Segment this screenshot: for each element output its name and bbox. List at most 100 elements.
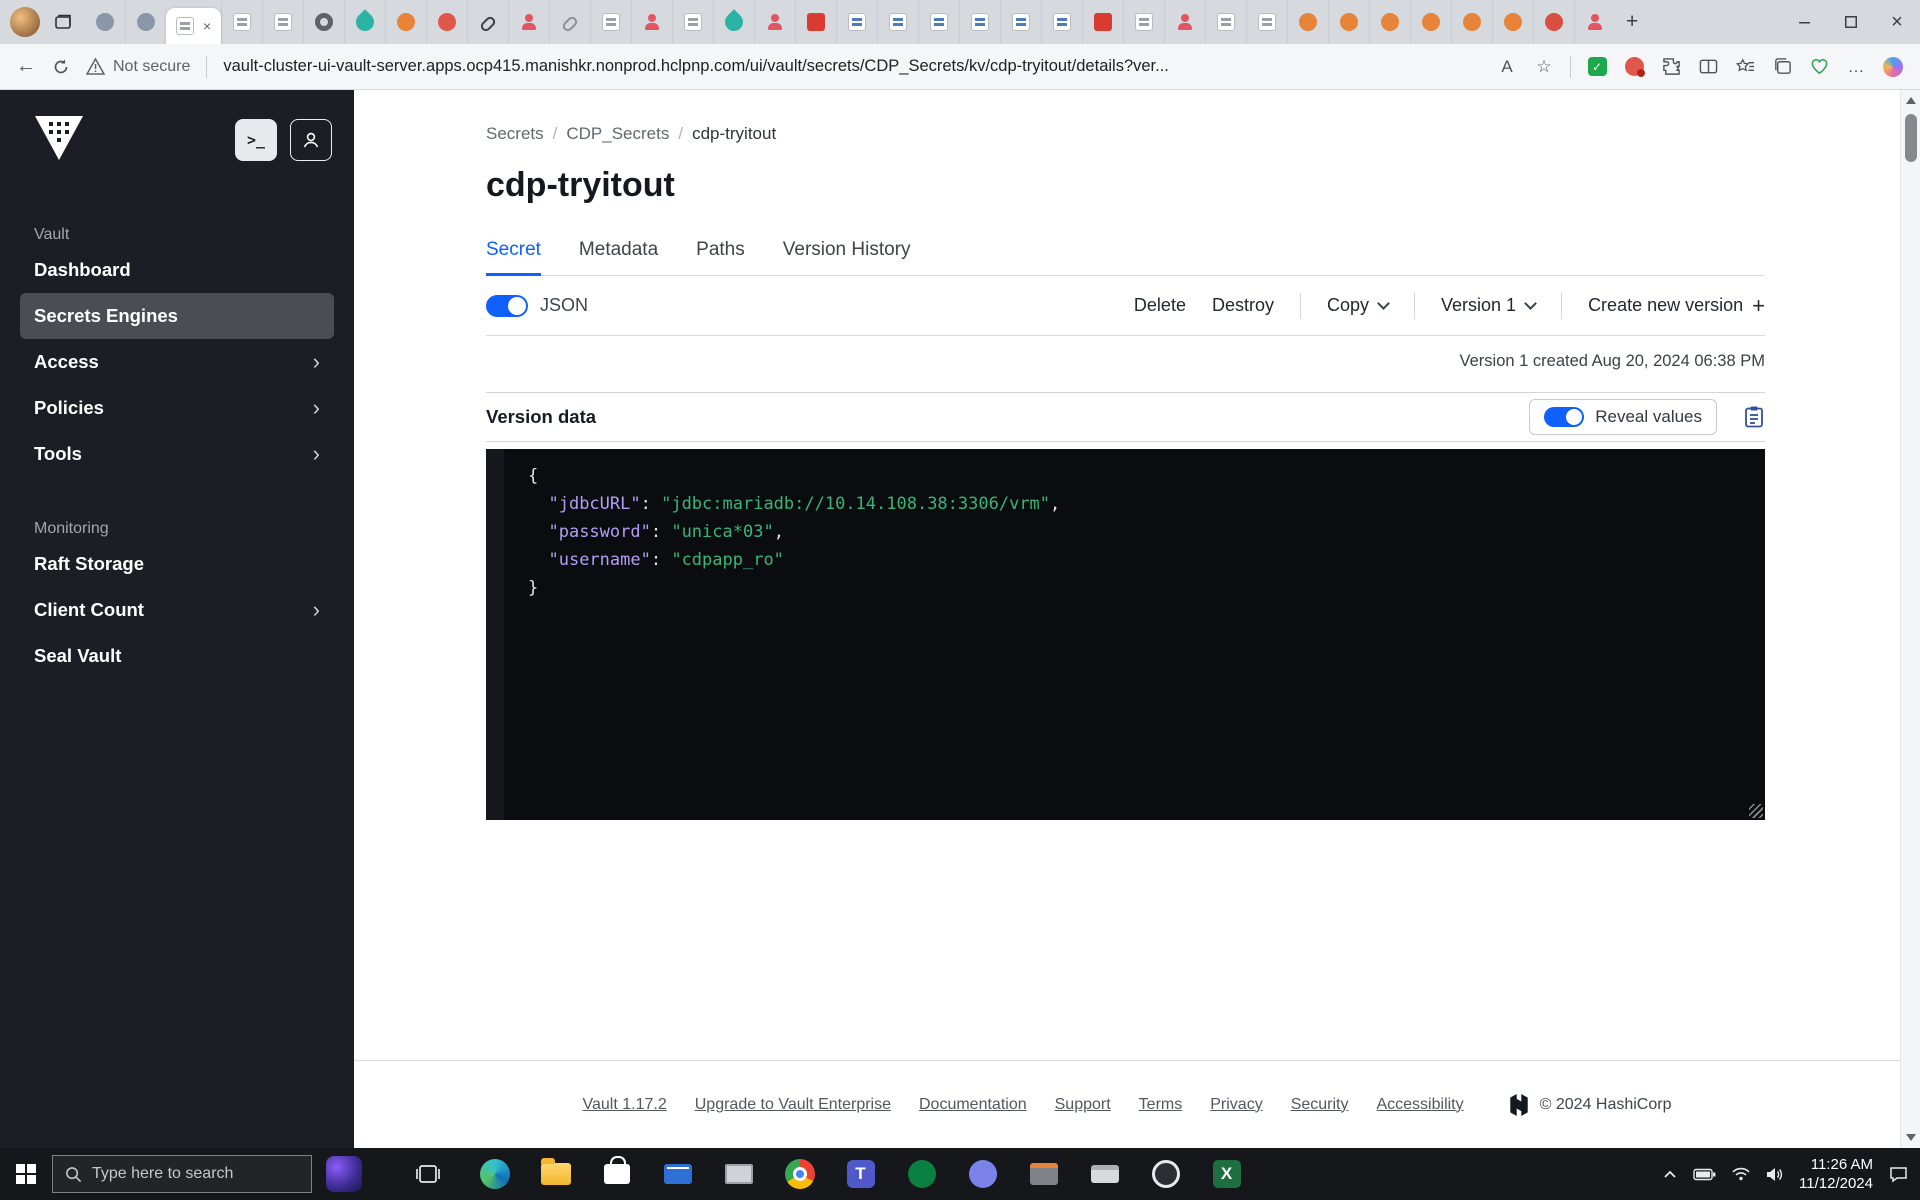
web-cli-button[interactable]: >_ bbox=[235, 119, 277, 161]
json-toggle[interactable] bbox=[486, 295, 528, 317]
tab-paths[interactable]: Paths bbox=[696, 238, 745, 275]
browser-tab[interactable] bbox=[631, 0, 672, 44]
browser-tab[interactable] bbox=[84, 0, 125, 44]
footer-link-terms[interactable]: Terms bbox=[1139, 1096, 1183, 1114]
browser-tab[interactable] bbox=[1328, 0, 1369, 44]
action-center-icon[interactable] bbox=[1889, 1166, 1908, 1183]
resize-grip-icon[interactable] bbox=[1749, 804, 1763, 818]
sidebar-item-seal-vault[interactable]: Seal Vault bbox=[20, 633, 334, 679]
taskbar-app-screen-clip-icon[interactable] bbox=[708, 1148, 769, 1200]
taskbar-app-teams-icon[interactable]: T bbox=[830, 1148, 891, 1200]
vault-logo[interactable] bbox=[34, 116, 84, 165]
tab-secret[interactable]: Secret bbox=[486, 238, 541, 276]
extension-shield-icon[interactable]: ✓ bbox=[1586, 56, 1608, 78]
footer-link-support[interactable]: Support bbox=[1055, 1096, 1111, 1114]
minimize-button[interactable] bbox=[1782, 0, 1828, 44]
browser-tab[interactable] bbox=[1000, 0, 1041, 44]
tab-metadata[interactable]: Metadata bbox=[579, 238, 658, 275]
refresh-icon[interactable] bbox=[52, 58, 70, 76]
browser-tab[interactable] bbox=[1451, 0, 1492, 44]
browser-tab[interactable] bbox=[1533, 0, 1574, 44]
browser-tab[interactable] bbox=[1410, 0, 1451, 44]
copilot-icon[interactable] bbox=[1882, 56, 1904, 78]
footer-link-accessibility[interactable]: Accessibility bbox=[1376, 1096, 1463, 1114]
browser-tab[interactable] bbox=[959, 0, 1000, 44]
taskbar-app-excel-icon[interactable]: X bbox=[1196, 1148, 1257, 1200]
sidebar-item-raft-storage[interactable]: Raft Storage bbox=[20, 541, 334, 587]
favorites-bar-icon[interactable] bbox=[1734, 56, 1756, 78]
read-aloud-icon[interactable]: A bbox=[1496, 56, 1518, 78]
browser-tab[interactable] bbox=[549, 0, 590, 44]
breadcrumb-link[interactable]: CDP_Secrets bbox=[566, 124, 669, 144]
sidebar-item-tools[interactable]: Tools› bbox=[20, 431, 334, 477]
browser-tab[interactable] bbox=[303, 0, 344, 44]
create-new-version-button[interactable]: Create new version+ bbox=[1588, 295, 1765, 317]
task-view-button[interactable] bbox=[404, 1148, 452, 1200]
browser-tab[interactable] bbox=[1164, 0, 1205, 44]
tab-close-icon[interactable]: × bbox=[203, 18, 211, 34]
sidebar-item-access[interactable]: Access› bbox=[20, 339, 334, 385]
extensions-puzzle-icon[interactable] bbox=[1660, 56, 1682, 78]
footer-link-documentation[interactable]: Documentation bbox=[919, 1096, 1027, 1114]
settings-more-icon[interactable]: … bbox=[1845, 56, 1867, 78]
split-screen-icon[interactable] bbox=[1697, 56, 1719, 78]
footer-link-upgrade-to-vault-enterprise[interactable]: Upgrade to Vault Enterprise bbox=[695, 1096, 891, 1114]
browser-tab[interactable] bbox=[1041, 0, 1082, 44]
delete-button[interactable]: Delete bbox=[1134, 295, 1186, 316]
favorite-star-icon[interactable]: ☆ bbox=[1533, 56, 1555, 78]
sidebar-item-policies[interactable]: Policies› bbox=[20, 385, 334, 431]
browser-tab[interactable] bbox=[125, 0, 166, 44]
user-menu-button[interactable] bbox=[290, 119, 332, 161]
browser-profile-avatar[interactable] bbox=[10, 7, 40, 37]
scrollbar-thumb[interactable] bbox=[1905, 114, 1917, 162]
taskbar-app-webex-icon[interactable] bbox=[891, 1148, 952, 1200]
json-code-editor[interactable]: { "jdbcURL": "jdbc:mariadb://10.14.108.3… bbox=[486, 449, 1765, 820]
browser-tab[interactable] bbox=[262, 0, 303, 44]
copy-secret-icon[interactable] bbox=[1743, 405, 1765, 429]
browser-tab[interactable] bbox=[221, 0, 262, 44]
browser-tab[interactable] bbox=[1492, 0, 1533, 44]
footer-link-privacy[interactable]: Privacy bbox=[1210, 1096, 1262, 1114]
taskbar-app-mail-icon[interactable] bbox=[647, 1148, 708, 1200]
browser-tab[interactable] bbox=[1287, 0, 1328, 44]
sidebar-item-client-count[interactable]: Client Count› bbox=[20, 587, 334, 633]
browser-tab[interactable] bbox=[467, 0, 508, 44]
breadcrumb-link[interactable]: Secrets bbox=[486, 124, 544, 144]
browser-tab[interactable] bbox=[795, 0, 836, 44]
taskbar-app-file-explorer-icon[interactable] bbox=[525, 1148, 586, 1200]
browser-tab-active[interactable]: × bbox=[166, 8, 221, 44]
version-dropdown[interactable]: Version 1 bbox=[1441, 295, 1535, 316]
browser-tab[interactable] bbox=[1082, 0, 1123, 44]
reveal-values-toggle[interactable]: Reveal values bbox=[1529, 399, 1717, 435]
security-chip[interactable]: Not secure bbox=[86, 58, 190, 76]
battery-icon[interactable] bbox=[1693, 1168, 1716, 1181]
browser-tab[interactable] bbox=[426, 0, 467, 44]
taskbar-app-store-icon[interactable] bbox=[586, 1148, 647, 1200]
scroll-up-icon[interactable] bbox=[1906, 97, 1916, 104]
destroy-button[interactable]: Destroy bbox=[1212, 295, 1274, 316]
footer-link-vault-1-17-2[interactable]: Vault 1.17.2 bbox=[583, 1096, 667, 1114]
taskbar-clock[interactable]: 11:26 AM 11/12/2024 bbox=[1799, 1155, 1873, 1193]
browser-tab[interactable] bbox=[877, 0, 918, 44]
browser-tab[interactable] bbox=[1574, 0, 1615, 44]
hidden-icons-chevron[interactable] bbox=[1663, 1169, 1677, 1179]
browser-tab[interactable] bbox=[1123, 0, 1164, 44]
browser-tab[interactable] bbox=[918, 0, 959, 44]
volume-icon[interactable] bbox=[1766, 1167, 1783, 1182]
extension-blocker-icon[interactable] bbox=[1623, 56, 1645, 78]
browser-tab[interactable] bbox=[508, 0, 549, 44]
back-icon[interactable]: ← bbox=[16, 55, 36, 78]
browser-tab[interactable] bbox=[1369, 0, 1410, 44]
page-scrollbar[interactable] bbox=[1900, 90, 1920, 1148]
taskbar-app-obs-icon[interactable] bbox=[1135, 1148, 1196, 1200]
footer-link-security[interactable]: Security bbox=[1291, 1096, 1349, 1114]
sidebar-item-dashboard[interactable]: Dashboard bbox=[20, 247, 334, 293]
collections-icon[interactable] bbox=[1771, 56, 1793, 78]
close-button[interactable]: × bbox=[1874, 0, 1920, 44]
copy-dropdown[interactable]: Copy bbox=[1327, 295, 1388, 316]
browser-tab[interactable] bbox=[713, 0, 754, 44]
taskbar-app-edge-icon[interactable] bbox=[464, 1148, 525, 1200]
browser-tab[interactable] bbox=[385, 0, 426, 44]
browser-tab[interactable] bbox=[754, 0, 795, 44]
maximize-button[interactable] bbox=[1828, 0, 1874, 44]
